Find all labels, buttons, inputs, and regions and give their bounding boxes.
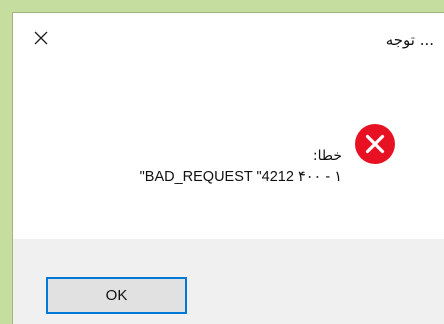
message-dialog: ... توجه خطا: "BAD_REQUEST "4212 ۴۰۰ - ۱… bbox=[12, 12, 444, 324]
dialog-footer: OK bbox=[13, 239, 444, 324]
message-label: خطا: bbox=[312, 148, 342, 164]
close-icon bbox=[34, 31, 48, 45]
ok-button[interactable]: OK bbox=[46, 277, 187, 314]
message-text: خطا: "BAD_REQUEST "4212 ۴۰۰ - ۱ bbox=[140, 146, 342, 188]
dialog-title: ... توجه bbox=[385, 31, 434, 49]
close-button[interactable] bbox=[23, 23, 57, 53]
error-icon bbox=[354, 123, 396, 165]
message-detail: "BAD_REQUEST "4212 ۴۰۰ - ۱ bbox=[139, 169, 342, 185]
dialog-body: ... توجه خطا: "BAD_REQUEST "4212 ۴۰۰ - ۱ bbox=[13, 13, 444, 239]
